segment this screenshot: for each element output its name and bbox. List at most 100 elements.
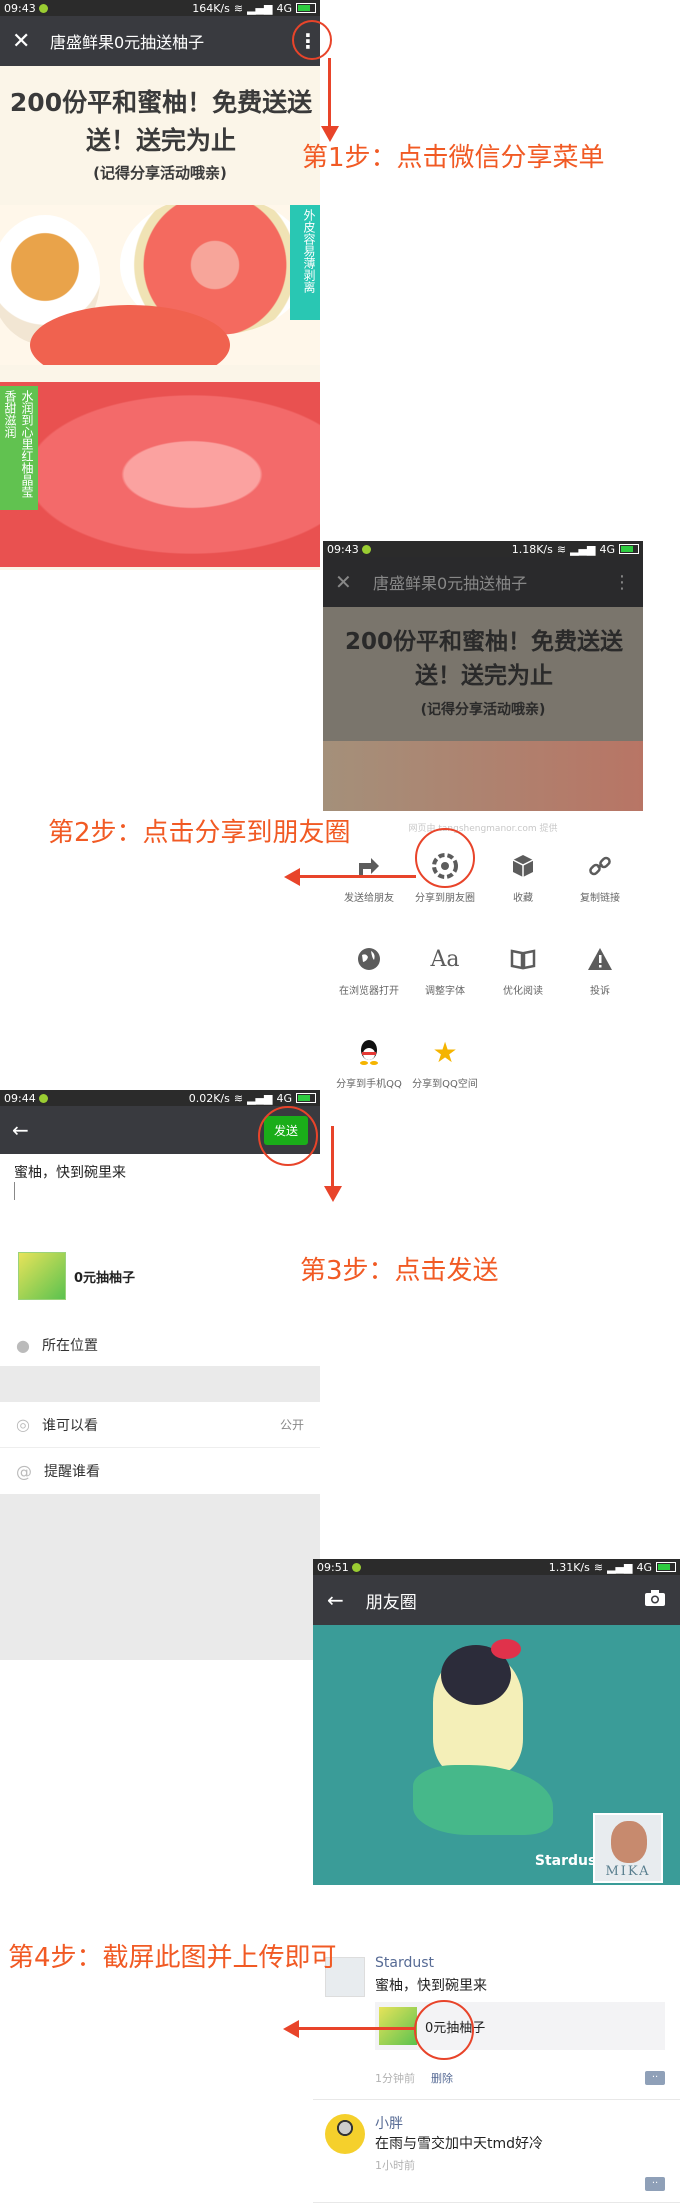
- comment-icon[interactable]: ··: [645, 2177, 665, 2191]
- cover-character-ribbon: [491, 1639, 521, 1659]
- app-dot-icon: [361, 544, 371, 554]
- signal-icon: ▂▄▆: [247, 1091, 273, 1105]
- share-label: 发送给朋友: [344, 893, 394, 904]
- link-thumbnail: [379, 2007, 417, 2045]
- post-2-author[interactable]: 小胖: [375, 2113, 403, 2133]
- net-speed: 1.18K/s: [511, 542, 553, 556]
- screen-3: 09:44 0.02K/s ≋ ▂▄▆ 4G ← 发送 蜜柚，快到碗里来 0元抽柚子 …: [0, 1090, 320, 1660]
- share-label: 复制链接: [580, 893, 620, 904]
- screen-2: 09:43 1.18K/s ≋ ▂▄▆ 4G ✕ 唐盛鲜果0元抽送柚子 ⋮ 200份平…: [323, 541, 643, 811]
- step-4-label: 第4步：截屏此图并上传即可: [8, 1943, 337, 1973]
- screen-4: 09:51 1.31K/s ≋ ▂▄▆ 4G ← 朋友圈 Stardust MIKA …: [313, 1559, 680, 2212]
- network-type: 4G: [276, 1, 292, 15]
- badge-1-text: 外皮容易薄剥离: [302, 209, 316, 293]
- cover-character-legs: [413, 1765, 553, 1835]
- at-icon: @: [16, 1461, 32, 1481]
- share-favorite[interactable]: 收藏: [483, 851, 563, 904]
- app-dot-icon: [38, 1093, 48, 1103]
- back-arrow-icon[interactable]: ←: [327, 1588, 344, 1612]
- comment-icon[interactable]: ··: [645, 2071, 665, 2085]
- share-report[interactable]: 投诉: [560, 944, 640, 997]
- network-type: 4G: [636, 1560, 652, 1574]
- battery-icon: [296, 1093, 316, 1103]
- post-2-avatar[interactable]: [325, 2114, 365, 2154]
- screen-1: 09:43 164K/s ≋ ▂▄▆ 4G ✕ 唐盛鲜果0元抽送柚子 ⋮ 200份平和…: [0, 0, 320, 570]
- step-1-label: 第1步：点击微信分享菜单: [302, 143, 605, 173]
- book-icon: [508, 944, 538, 974]
- page-title: 唐盛鲜果0元抽送柚子: [373, 574, 528, 593]
- title-bar: ✕ 唐盛鲜果0元抽送柚子 ⋮: [323, 557, 643, 607]
- warning-icon: [585, 944, 615, 974]
- status-time: 09:51: [317, 1560, 349, 1574]
- close-icon[interactable]: ✕: [12, 29, 38, 54]
- net-speed: 1.31K/s: [548, 1560, 590, 1574]
- share-font-size[interactable]: Aa 调整字体: [405, 944, 485, 998]
- post-1-time: 1分钟前: [375, 2072, 415, 2085]
- cover-name: Stardust: [534, 1853, 603, 1869]
- more-menu-icon[interactable]: ⋮: [613, 572, 631, 593]
- status-bar: 09:51 1.31K/s ≋ ▂▄▆ 4G: [313, 1559, 680, 1575]
- empty-area: [0, 1494, 320, 1660]
- share-reader-mode[interactable]: 优化阅读: [483, 944, 563, 997]
- network-type: 4G: [599, 542, 615, 556]
- mention-row[interactable]: @ 提醒谁看: [0, 1448, 320, 1494]
- product-image-1: 外皮容易薄剥离: [0, 205, 320, 365]
- visibility-icon: ◎: [16, 1415, 30, 1434]
- arrow-3-line: [331, 1126, 334, 1188]
- share-qzone[interactable]: ★ 分享到QQ空间: [405, 1036, 485, 1091]
- visibility-row[interactable]: ◎ 谁可以看 公开: [0, 1402, 320, 1448]
- avatar-text: MIKA: [605, 1864, 651, 1879]
- share-label: 调整字体: [425, 986, 465, 997]
- post-divider: [313, 2202, 680, 2203]
- source-hint: 网页由 tangshengmanor.com 提供: [408, 824, 558, 834]
- share-copy-link[interactable]: 复制链接: [560, 851, 640, 904]
- status-bar: 09:43 1.18K/s ≋ ▂▄▆ 4G: [323, 541, 643, 557]
- app-dot-icon: [38, 3, 48, 13]
- product-image-2: 水润到心里红柚晶莹香甜滋润: [0, 382, 320, 567]
- post-2-text: 在雨与雪交加中天tmd好冷: [375, 2136, 544, 2152]
- hero-headline: 200份平和蜜柚！免费送送送！送完为止: [344, 629, 623, 689]
- battery-icon: [619, 544, 639, 554]
- camera-icon[interactable]: [644, 1589, 666, 1611]
- status-time: 09:43: [327, 542, 359, 556]
- post-divider: [313, 2099, 680, 2100]
- highlight-circle-2: [415, 828, 475, 888]
- arrow-3-head: [324, 1186, 342, 1202]
- post-1-delete[interactable]: 删除: [431, 2070, 453, 2086]
- signal-icon: ▂▄▆: [607, 1560, 633, 1574]
- signal-icon: ▂▄▆: [570, 542, 596, 556]
- share-open-browser[interactable]: 在浏览器打开: [329, 944, 409, 997]
- location-row[interactable]: ● 所在位置: [0, 1324, 320, 1366]
- location-pin-icon: ●: [16, 1335, 30, 1355]
- wifi-icon: ≋: [233, 1091, 244, 1105]
- battery-icon: [296, 3, 316, 13]
- back-arrow-icon[interactable]: ←: [12, 1118, 29, 1142]
- location-label: 所在位置: [41, 1338, 98, 1354]
- post-2-time: 1小时前: [375, 2159, 415, 2172]
- highlight-circle-3: [258, 1106, 318, 1166]
- share-label: 优化阅读: [503, 986, 543, 997]
- post-1-author[interactable]: Stardust: [375, 1955, 434, 1971]
- text-caret: [14, 1182, 15, 1200]
- page-title: 朋友圈: [365, 1592, 417, 1613]
- arrow-4-line: [297, 2027, 415, 2030]
- post-1-text: 蜜柚，快到碗里来: [375, 1978, 487, 1994]
- qq-icon: [354, 1037, 384, 1067]
- app-dot-icon: [351, 1562, 361, 1572]
- share-label: 投诉: [590, 986, 610, 997]
- share-label: 分享到QQ空间: [412, 1079, 478, 1090]
- wifi-icon: ≋: [556, 542, 567, 556]
- badge-2: 水润到心里红柚晶莹香甜滋润: [0, 386, 38, 510]
- close-icon[interactable]: ✕: [335, 570, 361, 594]
- visibility-label: 谁可以看: [41, 1417, 98, 1434]
- share-qq[interactable]: 分享到手机QQ: [329, 1037, 409, 1090]
- share-label: 分享到朋友圈: [415, 893, 475, 904]
- arrow-4-head: [283, 2020, 299, 2038]
- title-bar: ← 朋友圈: [313, 1575, 680, 1625]
- post-text-input[interactable]: 蜜柚，快到碗里来: [14, 1162, 126, 1182]
- hero-subline: (记得分享活动哦亲): [420, 702, 546, 718]
- share-label: 在浏览器打开: [339, 986, 399, 997]
- share-label: 分享到手机QQ: [336, 1079, 402, 1090]
- share-label: 收藏: [513, 893, 533, 904]
- visibility-value: 公开: [279, 1418, 304, 1432]
